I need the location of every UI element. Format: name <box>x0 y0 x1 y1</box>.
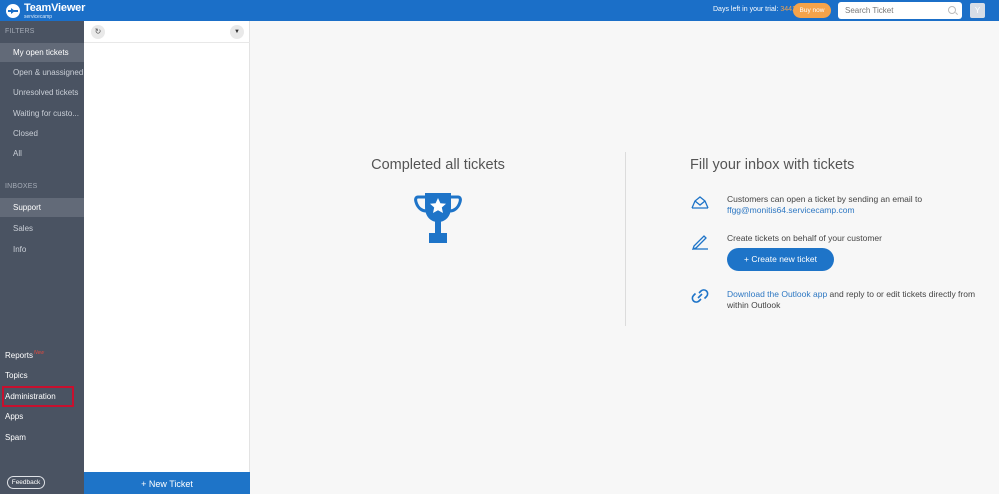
create-new-ticket-button[interactable]: + Create new ticket <box>727 248 834 271</box>
completed-title: Completed all tickets <box>371 157 505 173</box>
search-box <box>838 2 962 19</box>
email-address-link[interactable]: ffgg@monitis64.servicecamp.com <box>727 205 855 215</box>
chevron-down-icon[interactable]: ▼ <box>230 25 244 39</box>
pencil-icon <box>691 235 708 250</box>
filter-my-open-tickets[interactable]: My open tickets <box>0 43 84 62</box>
email-envelope-icon <box>691 196 709 209</box>
sidebar: FILTERS My open tickets Open & unassigne… <box>0 21 84 494</box>
email-text: Customers can open a ticket by sending a… <box>727 194 923 204</box>
filter-all[interactable]: All <box>0 144 84 163</box>
feedback-button[interactable]: Feedback <box>7 476 45 489</box>
search-icon[interactable] <box>948 6 956 14</box>
administration-highlight-box <box>2 386 74 407</box>
nav-reports-label: Reports <box>5 351 34 360</box>
ticket-list-panel: ↻ ▼ + New Ticket <box>84 21 250 494</box>
refresh-icon[interactable]: ↻ <box>91 25 105 39</box>
avatar[interactable]: Y <box>970 3 985 18</box>
trial-label: Days left in your trial: <box>713 6 779 13</box>
filter-open-unassigned[interactable]: Open & unassigned <box>0 63 84 82</box>
outlook-instructions: Download the Outlook app and reply to or… <box>727 289 975 311</box>
outlook-download-link[interactable]: Download the Outlook app <box>727 289 827 299</box>
nav-topics[interactable]: Topics <box>5 371 28 380</box>
inbox-info[interactable]: Info <box>0 240 84 259</box>
inbox-support[interactable]: Support <box>0 198 84 217</box>
logo-title: TeamViewer <box>24 2 86 14</box>
inbox-sales[interactable]: Sales <box>0 219 84 238</box>
email-instructions: Customers can open a ticket by sending a… <box>727 194 922 216</box>
fill-inbox-title: Fill your inbox with tickets <box>690 157 855 173</box>
content-divider <box>625 152 626 326</box>
trophy-icon <box>414 193 462 243</box>
ticket-list-toolbar: ↻ ▼ <box>84 21 250 43</box>
filter-waiting-for-customer[interactable]: Waiting for custo... <box>0 104 84 123</box>
nav-spam[interactable]: Spam <box>5 433 26 442</box>
plus-icon: + <box>743 254 749 264</box>
nav-reports[interactable]: ReportsNew <box>5 350 45 360</box>
top-bar: TeamViewer servicecamp Days left in your… <box>0 0 999 21</box>
nav-apps[interactable]: Apps <box>5 412 23 421</box>
filter-unresolved-tickets[interactable]: Unresolved tickets <box>0 83 84 102</box>
filter-closed[interactable]: Closed <box>0 124 84 143</box>
outlook-text-1: and reply to or edit tickets directly fr… <box>827 289 976 299</box>
link-icon <box>691 289 709 303</box>
logo-subtitle: servicecamp <box>24 14 53 20</box>
trial-notice: Days left in your trial: 3441 <box>713 6 796 13</box>
outlook-text-2: within Outlook <box>727 300 781 310</box>
search-input[interactable] <box>845 4 945 17</box>
teamviewer-logo[interactable]: TeamViewer servicecamp <box>6 3 85 20</box>
new-ticket-button[interactable]: + New Ticket <box>84 472 250 494</box>
buy-now-button[interactable]: Buy now <box>793 3 831 18</box>
filters-heading: FILTERS <box>5 28 35 35</box>
create-new-ticket-label: Create new ticket <box>751 254 817 264</box>
teamviewer-logo-icon <box>6 4 20 18</box>
behalf-text: Create tickets on behalf of your custome… <box>727 233 882 243</box>
inboxes-heading: INBOXES <box>5 183 38 190</box>
new-badge: New <box>34 350 45 356</box>
